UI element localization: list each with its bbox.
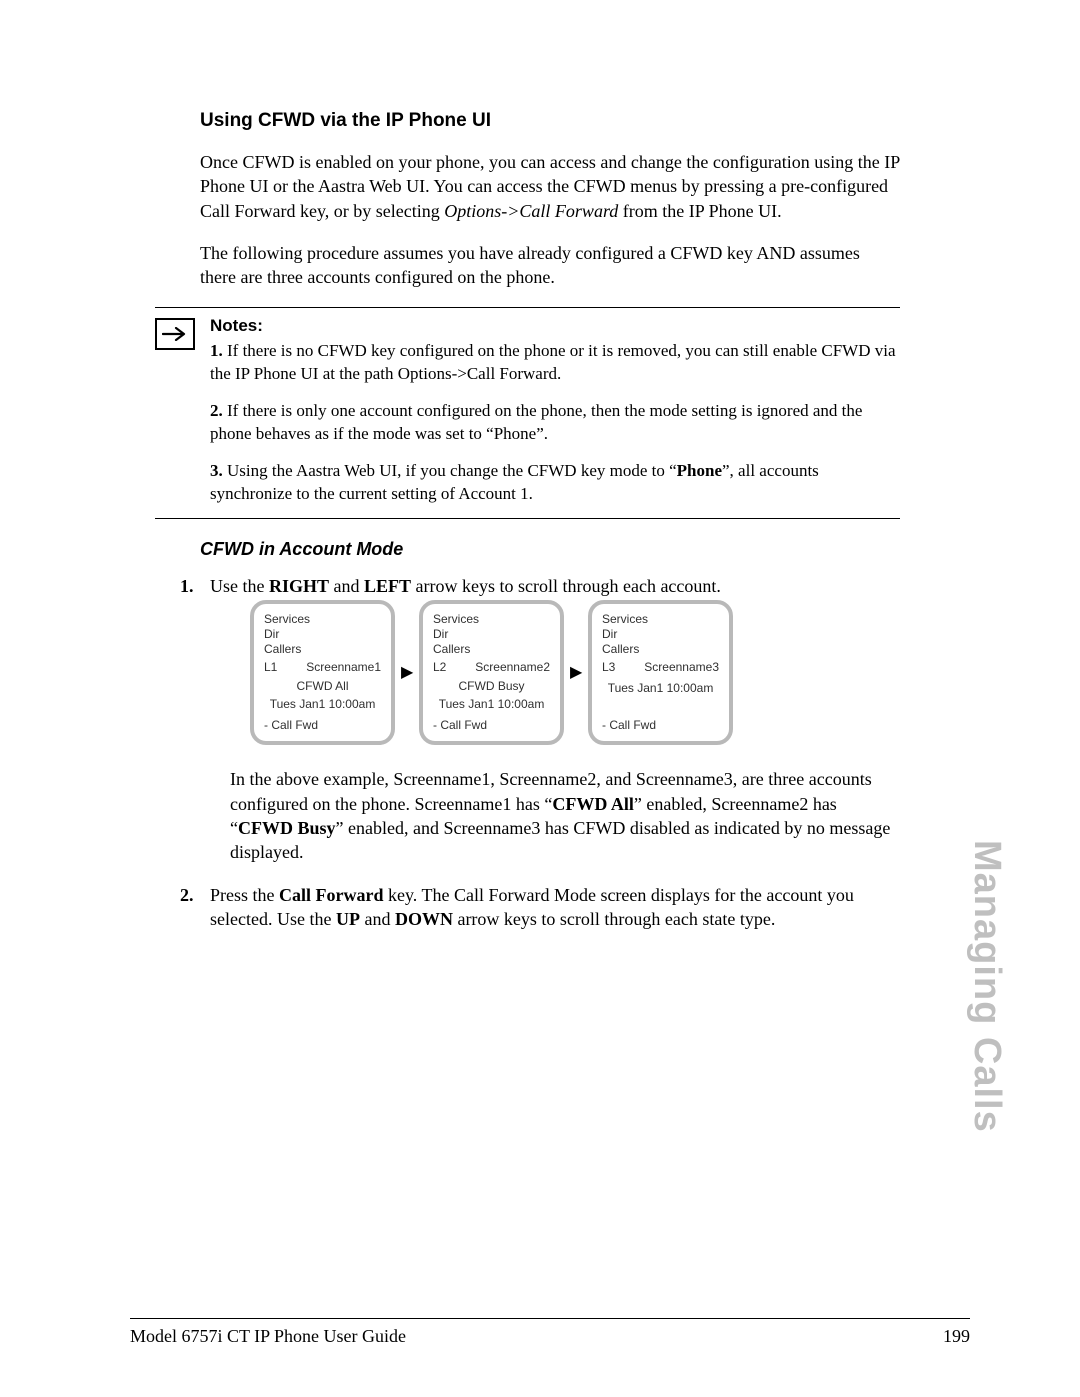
note-number: 2. bbox=[210, 401, 223, 420]
note-number: 1. bbox=[210, 341, 223, 360]
note-item-1: 1. If there is no CFWD key configured on… bbox=[210, 340, 900, 386]
text-bold: UP bbox=[336, 909, 360, 929]
text: arrow keys to scroll through each state … bbox=[453, 909, 775, 929]
phone-screen-2: Services Dir Callers L2 Screenname2 CFWD… bbox=[419, 600, 564, 745]
screen-line: L1 bbox=[264, 659, 277, 675]
text-bold: LEFT bbox=[364, 576, 411, 596]
note-number: 3. bbox=[210, 461, 223, 480]
text: Use the bbox=[210, 576, 269, 596]
screen-footer: - Call Fwd bbox=[264, 717, 318, 733]
list-item-2: Press the Call Forward key. The Call For… bbox=[180, 883, 900, 932]
screen-dir: Dir bbox=[264, 627, 381, 642]
text: If there is only one account configured … bbox=[210, 401, 862, 443]
text: arrow keys to scroll through each accoun… bbox=[411, 576, 721, 596]
text: Using the Aastra Web UI, if you change t… bbox=[223, 461, 677, 480]
notes-block: Notes: 1. If there is no CFWD key config… bbox=[155, 307, 900, 519]
screen-dir: Dir bbox=[602, 627, 719, 642]
text: from the IP Phone UI. bbox=[618, 201, 781, 221]
screen-services: Services bbox=[602, 612, 719, 627]
notes-title: Notes: bbox=[210, 316, 900, 336]
text-bold: RIGHT bbox=[269, 576, 329, 596]
intro-paragraph-1: Once CFWD is enabled on your phone, you … bbox=[200, 150, 900, 223]
phone-screens-row: Services Dir Callers L1 Screenname1 CFWD… bbox=[250, 600, 900, 745]
screen-name: Screenname3 bbox=[644, 659, 719, 675]
screen-line: L3 bbox=[602, 659, 615, 675]
screen-time: Tues Jan1 10:00am bbox=[264, 696, 381, 712]
intro-paragraph-2: The following procedure assumes you have… bbox=[200, 241, 900, 290]
screen-callers: Callers bbox=[433, 642, 550, 657]
list-item-1: Use the RIGHT and LEFT arrow keys to scr… bbox=[180, 574, 900, 864]
screen-services: Services bbox=[264, 612, 381, 627]
text: and bbox=[360, 909, 395, 929]
subsection-heading: CFWD in Account Mode bbox=[200, 539, 900, 560]
phone-screen-3: Services Dir Callers L3 Screenname3 Tues… bbox=[588, 600, 733, 745]
screen-footer: - Call Fwd bbox=[433, 717, 487, 733]
screen-dir: Dir bbox=[433, 627, 550, 642]
section-heading: Using CFWD via the IP Phone UI bbox=[200, 110, 900, 132]
screen-time: Tues Jan1 10:00am bbox=[433, 696, 550, 712]
note-item-2: 2. If there is only one account configur… bbox=[210, 400, 900, 446]
screen-name: Screenname2 bbox=[475, 659, 550, 675]
note-arrow-icon bbox=[155, 318, 195, 350]
text-bold: Phone bbox=[677, 461, 722, 480]
text: and bbox=[329, 576, 364, 596]
footer-guide-title: Model 6757i CT IP Phone User Guide bbox=[130, 1326, 406, 1347]
footer-divider bbox=[130, 1318, 970, 1319]
text: If there is no CFWD key configured on th… bbox=[210, 341, 896, 383]
note-item-3: 3. Using the Aastra Web UI, if you chang… bbox=[210, 460, 900, 506]
screen-callers: Callers bbox=[264, 642, 381, 657]
footer-page-number: 199 bbox=[943, 1326, 970, 1347]
text-bold: Call Forward bbox=[279, 885, 383, 905]
screen-services: Services bbox=[433, 612, 550, 627]
screen-footer: - Call Fwd bbox=[602, 717, 656, 733]
text-bold: CFWD Busy bbox=[238, 818, 336, 838]
phone-screen-1: Services Dir Callers L1 Screenname1 CFWD… bbox=[250, 600, 395, 745]
menu-path-italic: Options->Call Forward bbox=[444, 201, 618, 221]
screen-cfwd: CFWD Busy bbox=[433, 678, 550, 694]
text: Press the bbox=[210, 885, 279, 905]
screen-time: Tues Jan1 10:00am bbox=[602, 680, 719, 696]
screen-callers: Callers bbox=[602, 642, 719, 657]
screen-line: L2 bbox=[433, 659, 446, 675]
right-arrow-icon: ▶ bbox=[570, 662, 582, 684]
side-tab-label: Managing Calls bbox=[965, 840, 1008, 1133]
text-bold: CFWD All bbox=[552, 794, 634, 814]
ordered-list: Use the RIGHT and LEFT arrow keys to scr… bbox=[180, 574, 900, 931]
screen-name: Screenname1 bbox=[306, 659, 381, 675]
example-paragraph: In the above example, Screenname1, Scree… bbox=[230, 767, 900, 864]
right-arrow-icon: ▶ bbox=[401, 662, 413, 684]
text-bold: DOWN bbox=[395, 909, 453, 929]
screen-cfwd: CFWD All bbox=[264, 678, 381, 694]
